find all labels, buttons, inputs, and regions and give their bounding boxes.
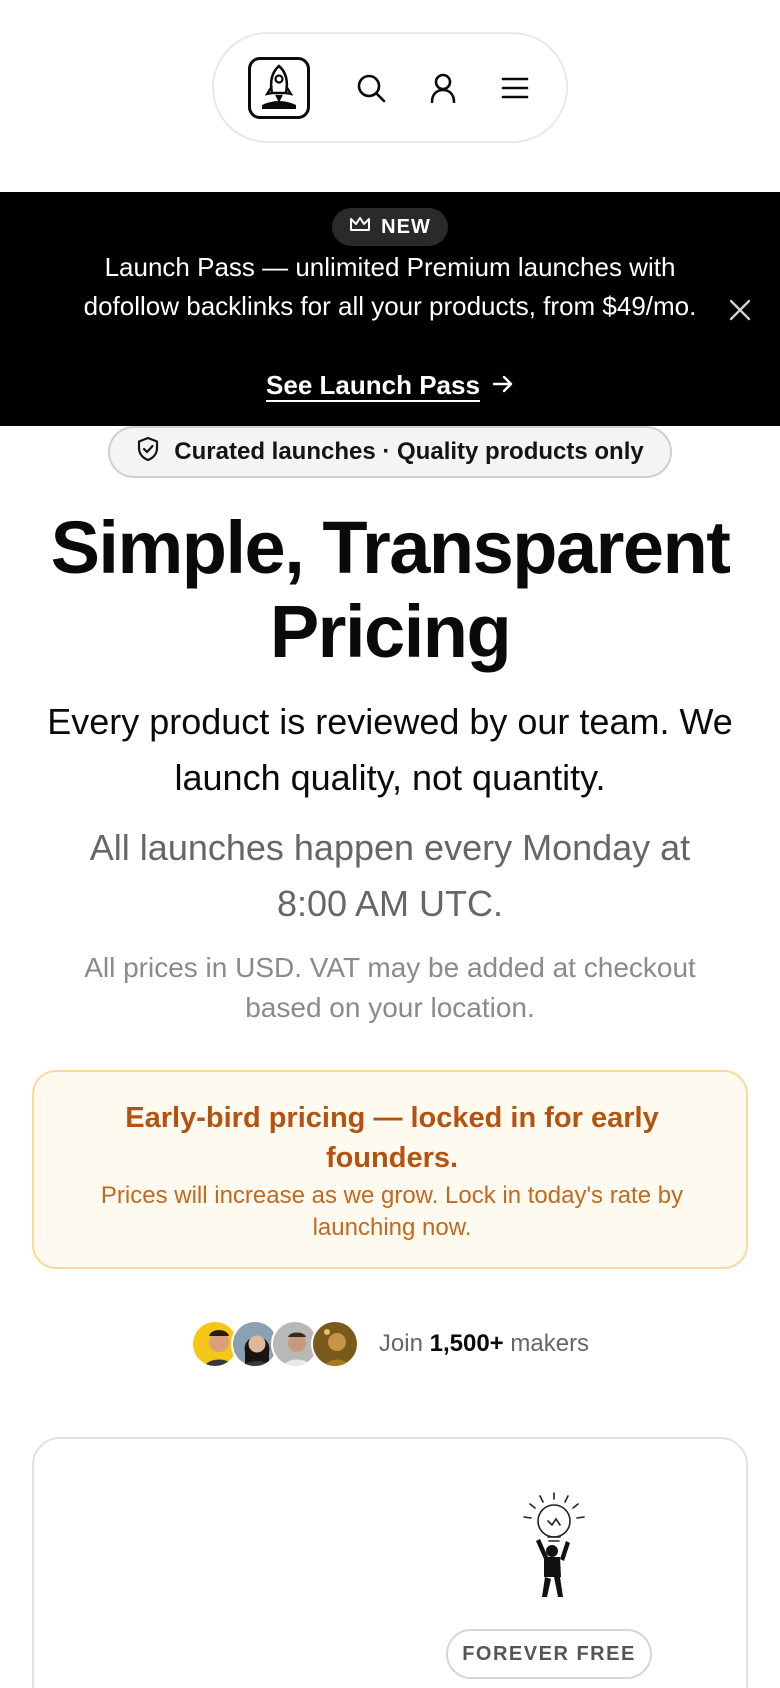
arrow-right-icon <box>492 370 514 401</box>
page-subtitle: Every product is reviewed by our team. W… <box>47 701 733 798</box>
avatar <box>310 1320 359 1368</box>
menu-icon[interactable] <box>500 73 530 103</box>
close-icon[interactable] <box>726 296 754 324</box>
curated-badge: Curated launches · Quality products only <box>108 426 672 478</box>
new-badge-label: NEW <box>381 215 431 238</box>
nav-pill <box>212 32 568 143</box>
vat-note: All prices in USD. VAT may be added at c… <box>84 952 696 1023</box>
makers-count-text: Join 1,500+ makers <box>379 1330 589 1358</box>
curated-wrap: Curated launches · Quality products only <box>0 426 780 478</box>
makers-count: 1,500+ <box>429 1330 504 1357</box>
new-badge: NEW <box>332 208 448 246</box>
shield-check-icon <box>136 436 160 469</box>
page-title: Simple, Transparent Pricing <box>50 506 731 673</box>
makers-prefix: Join <box>378 1330 423 1357</box>
banner-text: Launch Pass — unlimited Premium launches… <box>83 252 697 321</box>
avatar-group <box>190 1320 359 1368</box>
rocket-logo-icon[interactable] <box>248 56 310 119</box>
makers-social-proof: Join 1,500+ makers <box>0 1320 780 1368</box>
forever-free-badge: FOREVER FREE <box>446 1629 652 1679</box>
curated-label: Curated launches · Quality products only <box>174 438 644 465</box>
search-icon[interactable] <box>356 73 386 103</box>
lightbulb-person-illustration <box>506 1491 602 1601</box>
early-bird-notice: Early-bird pricing — locked in for early… <box>32 1070 748 1269</box>
launch-schedule-text: All launches happen every Monday at 8:00… <box>89 827 691 924</box>
pricing-plan-card: FOREVER FREE <box>32 1437 748 1688</box>
makers-suffix: makers <box>510 1330 590 1357</box>
top-nav <box>0 32 780 143</box>
see-launch-pass-label[interactable]: See Launch Pass <box>266 370 480 401</box>
early-bird-title: Early-bird pricing — locked in for early… <box>125 1102 659 1174</box>
crown-icon <box>349 215 371 239</box>
announcement-banner: NEW Launch Pass — unlimited Premium laun… <box>0 192 780 426</box>
see-launch-pass-link[interactable]: See Launch Pass <box>0 370 780 401</box>
early-bird-text: Prices will increase as we grow. Lock in… <box>100 1182 684 1241</box>
user-icon[interactable] <box>428 73 458 103</box>
